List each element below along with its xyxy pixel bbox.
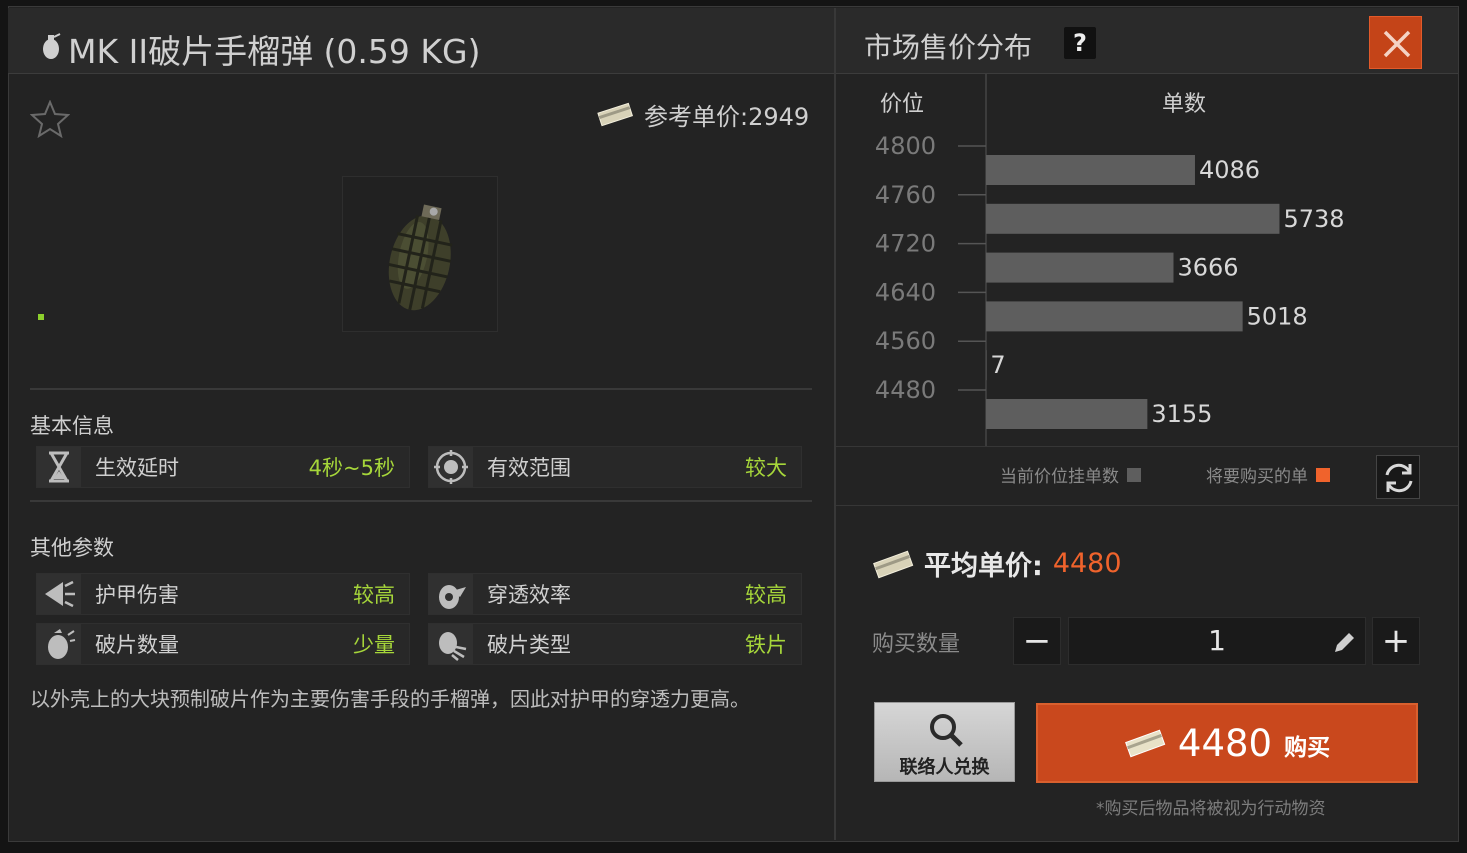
refresh-button[interactable] — [1376, 455, 1420, 499]
divider — [30, 500, 812, 502]
contact-exchange-button[interactable]: 联络人兑换 — [874, 702, 1015, 782]
stat-value: 较高 — [353, 583, 395, 607]
item-header: MK II破片手榴弹 (0.59 KG) — [8, 8, 834, 74]
edit-icon[interactable] — [1331, 630, 1357, 656]
item-title: MK II破片手榴弹 (0.59 KG) — [68, 32, 481, 71]
legend-swatch — [1127, 467, 1141, 482]
stat-label: 破片类型 — [487, 633, 571, 657]
decrease-quantity-button[interactable]: − — [1013, 617, 1061, 665]
buy-button[interactable]: 4480 购买 — [1036, 703, 1418, 783]
stat-fragment-count: 破片数量 少量 — [36, 623, 410, 665]
stat-label: 护甲伤害 — [95, 583, 179, 607]
increase-quantity-button[interactable]: + — [1372, 617, 1420, 665]
stat-armor-damage: 护甲伤害 较高 — [36, 573, 410, 615]
stat-label: 穿透效率 — [487, 583, 571, 607]
bar — [986, 301, 1243, 332]
stat-penetration: 穿透效率 较高 — [428, 573, 802, 615]
divider — [30, 388, 812, 390]
y-tick-label: 4800 — [875, 132, 936, 160]
legend-swatch — [1316, 467, 1330, 482]
bar-value-label: 4086 — [1199, 156, 1260, 184]
penetration-icon — [429, 574, 473, 614]
buy-label: 购买 — [1284, 735, 1331, 761]
legend-buy: 将要购买的单 — [1206, 462, 1330, 487]
average-price-value: 4480 — [1052, 548, 1122, 579]
grenade-icon — [388, 204, 453, 311]
legend-label: 将要购买的单 — [1206, 467, 1308, 487]
bar-value-label: 5738 — [1283, 205, 1344, 233]
quantity-label: 购买数量 — [872, 632, 961, 657]
buy-amount: 4480 — [1177, 721, 1273, 765]
money-icon — [597, 102, 634, 127]
market-price-chart: 4800 4760 4720 4640 4560 4480 4086 5738 3666 5018… — [875, 74, 1345, 446]
y-tick-label: 4760 — [875, 181, 936, 209]
money-icon — [1124, 729, 1166, 758]
bar — [986, 399, 1148, 429]
stat-label: 生效延时 — [95, 456, 179, 480]
legend-label: 当前价位挂单数 — [1000, 467, 1119, 487]
stat-value: 较高 — [745, 583, 787, 607]
item-description: 以外壳上的大块预制破片作为主要伤害手段的手榴弹，因此对护甲的穿透力更高。 — [30, 687, 750, 711]
contact-exchange-label: 联络人兑换 — [899, 757, 990, 778]
basic-info-label: 基本信息 — [30, 414, 114, 438]
close-button[interactable] — [1369, 16, 1422, 69]
status-dot — [38, 314, 44, 320]
market-title: 市场售价分布 — [864, 31, 1033, 64]
divider — [836, 505, 1458, 506]
market-header: 市场售价分布 ? — [836, 8, 1458, 74]
stat-value: 铁片 — [745, 633, 787, 657]
favorite-star-icon[interactable] — [30, 100, 70, 138]
quantity-value: 1 — [1208, 624, 1226, 657]
bar-value-label: 3666 — [1177, 254, 1238, 282]
item-image — [342, 176, 498, 332]
fragment-count-icon — [37, 624, 81, 664]
hourglass-icon — [37, 447, 81, 487]
y-tick-label: 4640 — [875, 278, 936, 306]
stat-value: 4秒~5秒 — [308, 456, 395, 480]
reference-price: 参考单价:2949 — [596, 98, 810, 131]
y-tick-label: 4480 — [875, 376, 936, 404]
stat-delay: 生效延时 4秒~5秒 — [36, 446, 410, 488]
stat-label: 破片数量 — [95, 633, 179, 657]
close-icon — [1383, 30, 1411, 58]
average-price-label: 平均单价: — [924, 551, 1043, 582]
stat-value: 较大 — [745, 456, 787, 480]
bar-value-label: 7 — [990, 351, 1005, 379]
stat-range: 有效范围 较大 — [428, 446, 802, 488]
stat-fragment-type: 破片类型 铁片 — [428, 623, 802, 665]
money-icon — [873, 550, 914, 578]
bar — [986, 252, 1174, 283]
stat-label: 有效范围 — [487, 456, 571, 480]
bar — [986, 203, 1280, 234]
divider — [836, 446, 1458, 447]
grenade-icon — [43, 33, 61, 59]
reference-price-text: 参考单价:2949 — [644, 102, 810, 131]
legend-current: 当前价位挂单数 — [1000, 462, 1141, 487]
average-price: 平均单价: 4480 — [872, 544, 1122, 583]
stat-value: 少量 — [353, 633, 395, 657]
target-icon — [429, 447, 473, 487]
search-icon — [930, 714, 963, 747]
bar-value-label: 5018 — [1247, 302, 1308, 330]
bar-value-label: 3155 — [1151, 400, 1212, 428]
armor-damage-icon — [37, 574, 81, 614]
refresh-icon — [1385, 463, 1413, 493]
other-params-label: 其他参数 — [30, 536, 114, 560]
fragment-type-icon — [429, 624, 473, 664]
bar — [986, 155, 1195, 185]
y-tick-label: 4720 — [875, 230, 936, 258]
quantity-input[interactable]: 1 — [1068, 617, 1366, 665]
purchase-note: *购买后物品将被视为行动物资 — [1096, 799, 1326, 819]
help-button[interactable]: ? — [1064, 27, 1096, 59]
y-tick-label: 4560 — [875, 327, 936, 355]
